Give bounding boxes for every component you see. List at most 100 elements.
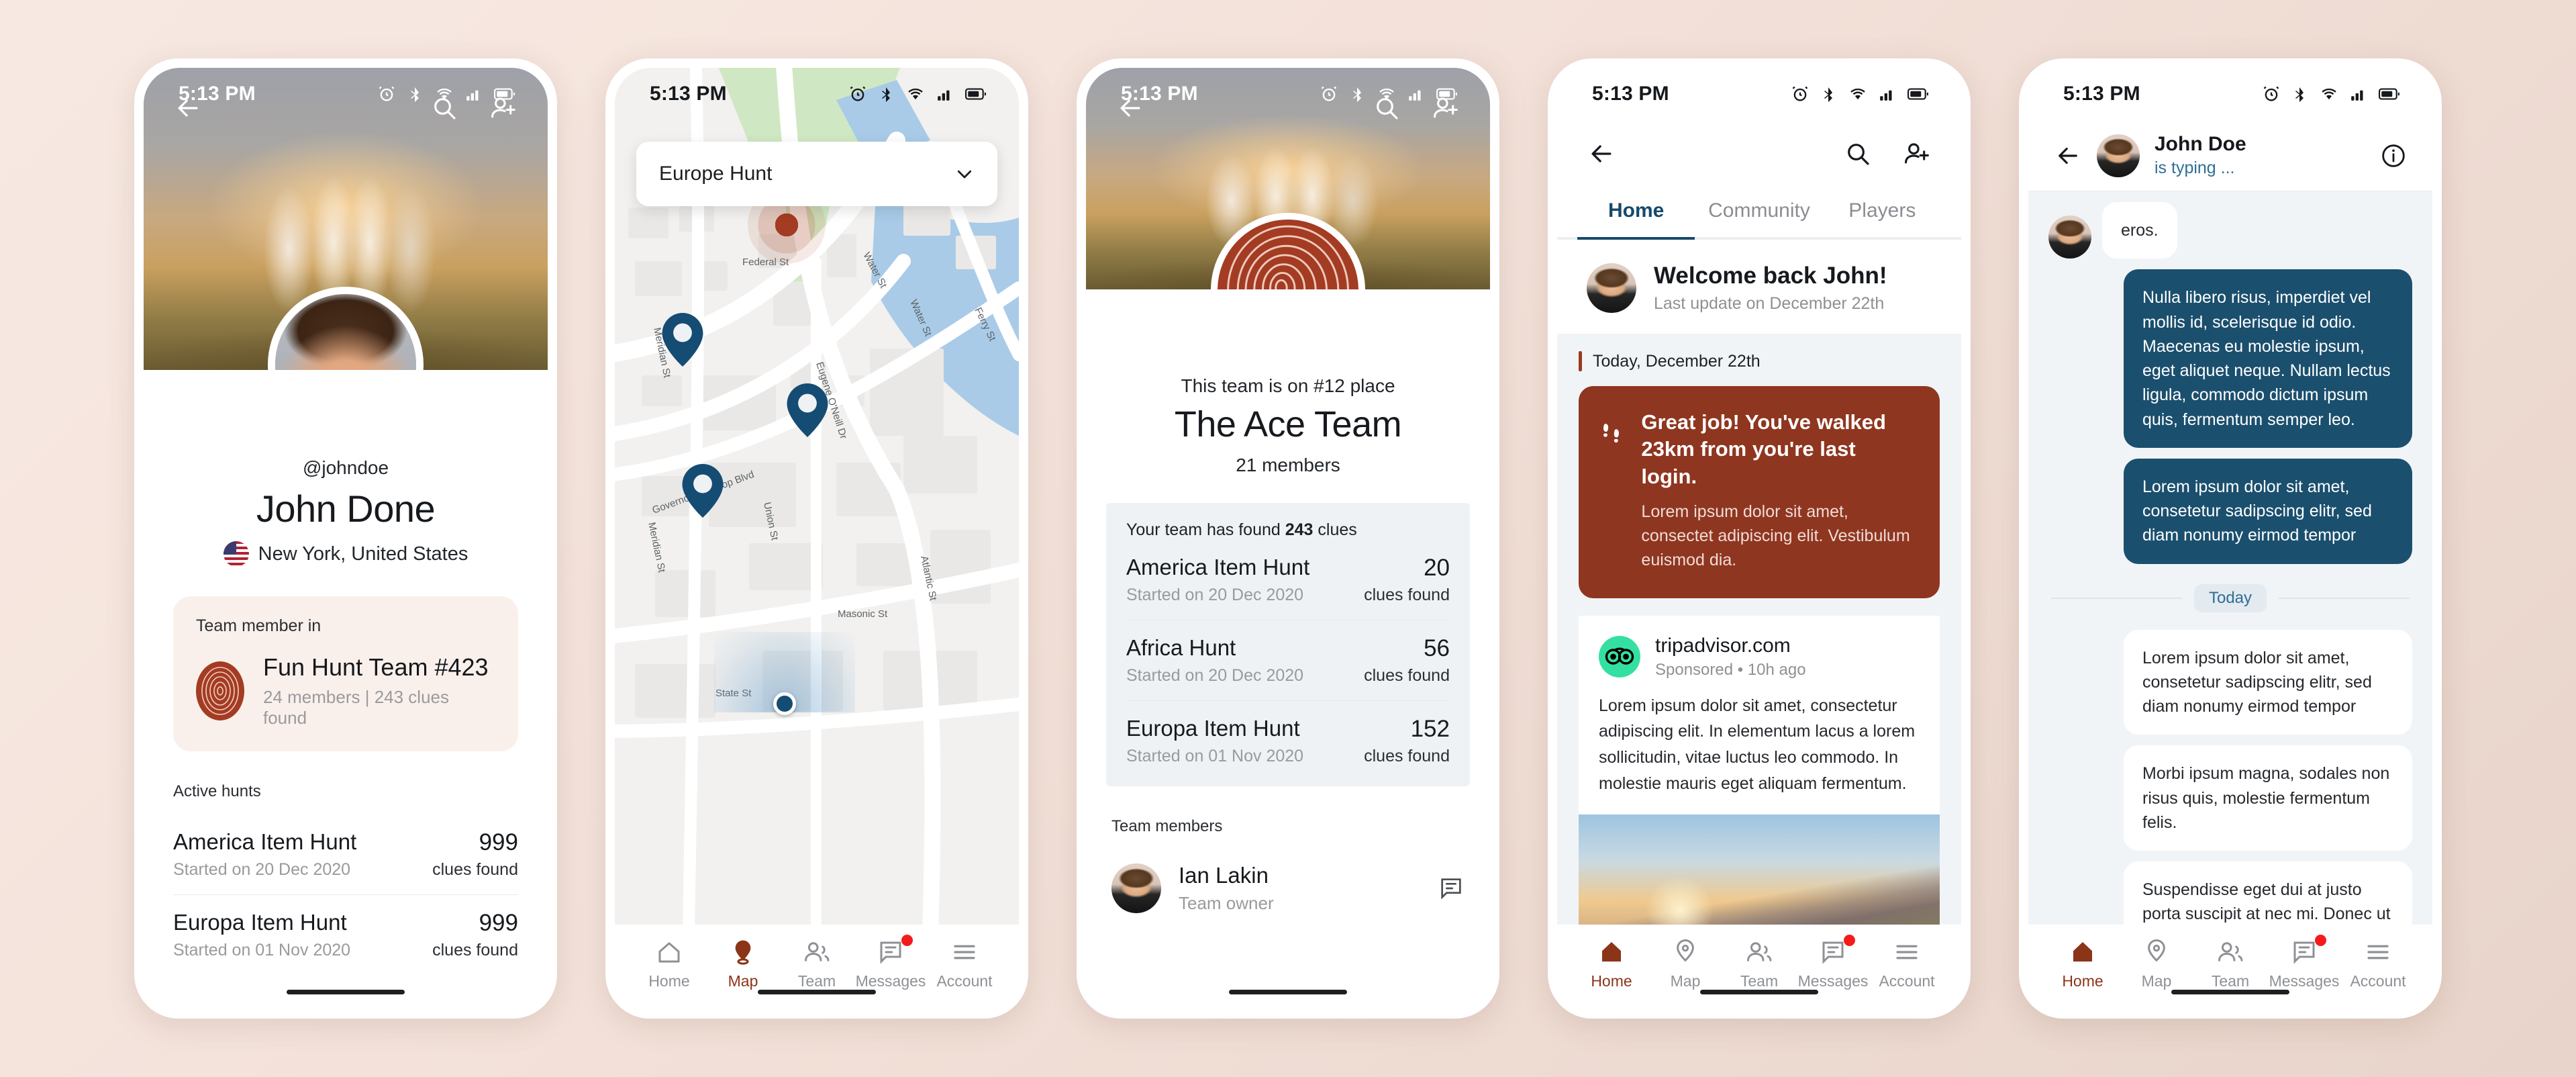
hunt-name: Europa Item Hunt — [173, 910, 347, 935]
nav-item-account[interactable]: Account — [2341, 938, 2415, 990]
message-bubble[interactable]: Suspendisse eget dui at justo porta susc… — [2124, 861, 2412, 925]
hunt-selector-dropdown[interactable]: Europe Hunt — [636, 142, 997, 206]
message-bubble[interactable]: Lorem ipsum dolor sit amet, consetetur s… — [2124, 629, 2412, 735]
profile-content: @johndoe John Done New York, United Stat… — [144, 370, 548, 1009]
hunt-unit: clues found — [432, 860, 518, 879]
add-person-icon[interactable] — [1903, 140, 1932, 168]
chat-appbar: John Doe is typing ... — [2028, 120, 2432, 191]
nav-item-account[interactable]: Account — [1870, 938, 1944, 990]
tab-community[interactable]: Community — [1697, 187, 1820, 237]
status-icons — [2262, 85, 2400, 103]
walk-card-body: Lorem ipsum dolor sit amet, consectet ad… — [1641, 502, 1910, 570]
avatar — [268, 287, 424, 370]
alarm-icon — [2263, 86, 2279, 101]
status-bar: 5:13 PM — [1557, 68, 1961, 120]
map-pin-icon[interactable] — [662, 313, 703, 367]
ad-photo — [1579, 814, 1940, 925]
hunt-unit: clues found — [1364, 586, 1450, 604]
notification-badge — [2315, 935, 2326, 946]
message-bubble[interactable]: eros. — [2102, 202, 2177, 259]
team-hero: 5:13 PM — [1086, 68, 1490, 289]
nav-item-messages[interactable]: Messages — [854, 935, 928, 990]
nav-item-account[interactable]: Account — [928, 938, 1001, 990]
nav-item-team[interactable]: Team — [2193, 938, 2267, 990]
map-pin-icon — [1677, 939, 1694, 962]
avatar[interactable] — [2097, 134, 2140, 177]
hamburger-menu-icon — [1896, 945, 1918, 959]
back-arrow-icon[interactable] — [2054, 142, 2082, 170]
nav-item-home[interactable]: Home — [1575, 938, 1648, 990]
status-time: 5:13 PM — [650, 83, 727, 105]
nav-item-home[interactable]: Home — [2046, 938, 2120, 990]
map-pin-icon[interactable] — [787, 383, 828, 437]
nav-item-messages[interactable]: Messages — [2267, 935, 2341, 990]
hunt-name: America Item Hunt — [173, 829, 357, 854]
status-bar: 5:13 PM — [1086, 68, 1490, 120]
hunt-count: 56 — [1424, 635, 1450, 661]
search-icon[interactable] — [1844, 140, 1871, 167]
message-bubble[interactable]: Nulla libero risus, imperdiet vel mollis… — [2124, 269, 2412, 448]
nav-label: Map — [728, 972, 758, 990]
hunt-name: Africa Hunt — [1126, 635, 1236, 660]
battery-icon — [1436, 88, 1457, 100]
message-bubble[interactable]: Lorem ipsum dolor sit amet, consetetur s… — [2124, 458, 2412, 564]
ad-domain: tripadvisor.com — [1655, 634, 1791, 657]
team-rank: This team is on #12 place — [1181, 375, 1395, 396]
team-member-card[interactable]: Team member in Fun Hunt Team #423 24 mem… — [173, 596, 518, 751]
bluetooth-icon — [1824, 87, 1832, 102]
nav-item-team[interactable]: Team — [780, 938, 854, 990]
tab-home[interactable]: Home — [1575, 187, 1697, 240]
nav-item-team[interactable]: Team — [1722, 938, 1796, 990]
status-bar: 5:13 PM — [144, 68, 548, 120]
nav-item-messages[interactable]: Messages — [1796, 935, 1870, 990]
phone-mockup-stage: 5:13 PM @johndoe John Done New York, Uni… — [0, 0, 2576, 1077]
battery-icon — [2379, 88, 2399, 100]
message-icon[interactable] — [1438, 875, 1465, 902]
home-indicator — [758, 990, 876, 994]
list-item[interactable]: Ian Lakin Team owner — [1111, 849, 1465, 914]
feed-date-header: Today, December 22th — [1557, 351, 1961, 386]
team-members-label: Team members — [1111, 817, 1223, 835]
wifi-icon — [2322, 88, 2336, 100]
wifi-icon — [437, 88, 452, 100]
tab-players[interactable]: Players — [1821, 187, 1944, 237]
status-time: 5:13 PM — [179, 83, 256, 105]
nav-item-home[interactable]: Home — [632, 938, 706, 990]
hunt-row[interactable]: Europa Item Hunt Started on 01 Nov 2020 … — [173, 894, 518, 975]
nav-item-map[interactable]: Map — [706, 938, 780, 990]
home-indicator — [2171, 990, 2289, 994]
nav-label: Team — [797, 972, 836, 990]
map-pin-icon[interactable] — [682, 464, 724, 518]
back-arrow-icon[interactable] — [1587, 139, 1616, 169]
info-icon[interactable] — [2380, 142, 2407, 169]
message-bubble[interactable]: Morbi ipsum magna, sodales non risus qui… — [2124, 745, 2412, 851]
status-time: 5:13 PM — [1121, 83, 1198, 105]
map-content: Federal St Meridian St Water St Water St… — [615, 68, 1019, 925]
hunt-row[interactable]: Europa Item Hunt Started on 01 Nov 2020 … — [1126, 700, 1450, 781]
member-name: Ian Lakin — [1179, 863, 1269, 888]
hunt-row[interactable]: Africa Hunt Started on 20 Dec 2020 56 cl… — [1126, 620, 1450, 700]
hunt-unit: clues found — [1364, 747, 1450, 765]
hunt-selector-value: Europe Hunt — [659, 162, 773, 185]
avatar — [2048, 216, 2091, 259]
active-hunts-label: Active hunts — [173, 782, 261, 800]
nav-label: Messages — [855, 972, 926, 990]
us-flag-icon — [223, 541, 249, 567]
tripadvisor-owl-icon — [1599, 636, 1640, 678]
day-separator: Today — [2048, 575, 2412, 619]
nav-label: Map — [2141, 972, 2172, 990]
nav-label: Account — [2350, 972, 2406, 990]
nav-label: Home — [2062, 972, 2103, 990]
clue-panel-post: clues — [1313, 520, 1357, 539]
walk-achievement-card[interactable]: Great job! You've walked 23km from you'r… — [1579, 386, 1940, 598]
nav-item-map[interactable]: Map — [1648, 938, 1722, 990]
ad-body-text: Lorem ipsum dolor sit amet, consectetur … — [1599, 696, 1916, 793]
hunt-row[interactable]: America Item Hunt Started on 20 Dec 2020… — [1126, 540, 1450, 620]
avatar — [1111, 863, 1161, 913]
battery-icon — [1908, 88, 1928, 100]
page-title: The Ace Team — [1174, 404, 1402, 444]
hunt-count: 152 — [1410, 716, 1450, 742]
hunt-row[interactable]: America Item Hunt Started on 20 Dec 2020… — [173, 814, 518, 894]
sponsored-card[interactable]: tripadvisor.com Sponsored • 10h ago Lore… — [1579, 615, 1940, 925]
nav-item-map[interactable]: Map — [2120, 938, 2193, 990]
